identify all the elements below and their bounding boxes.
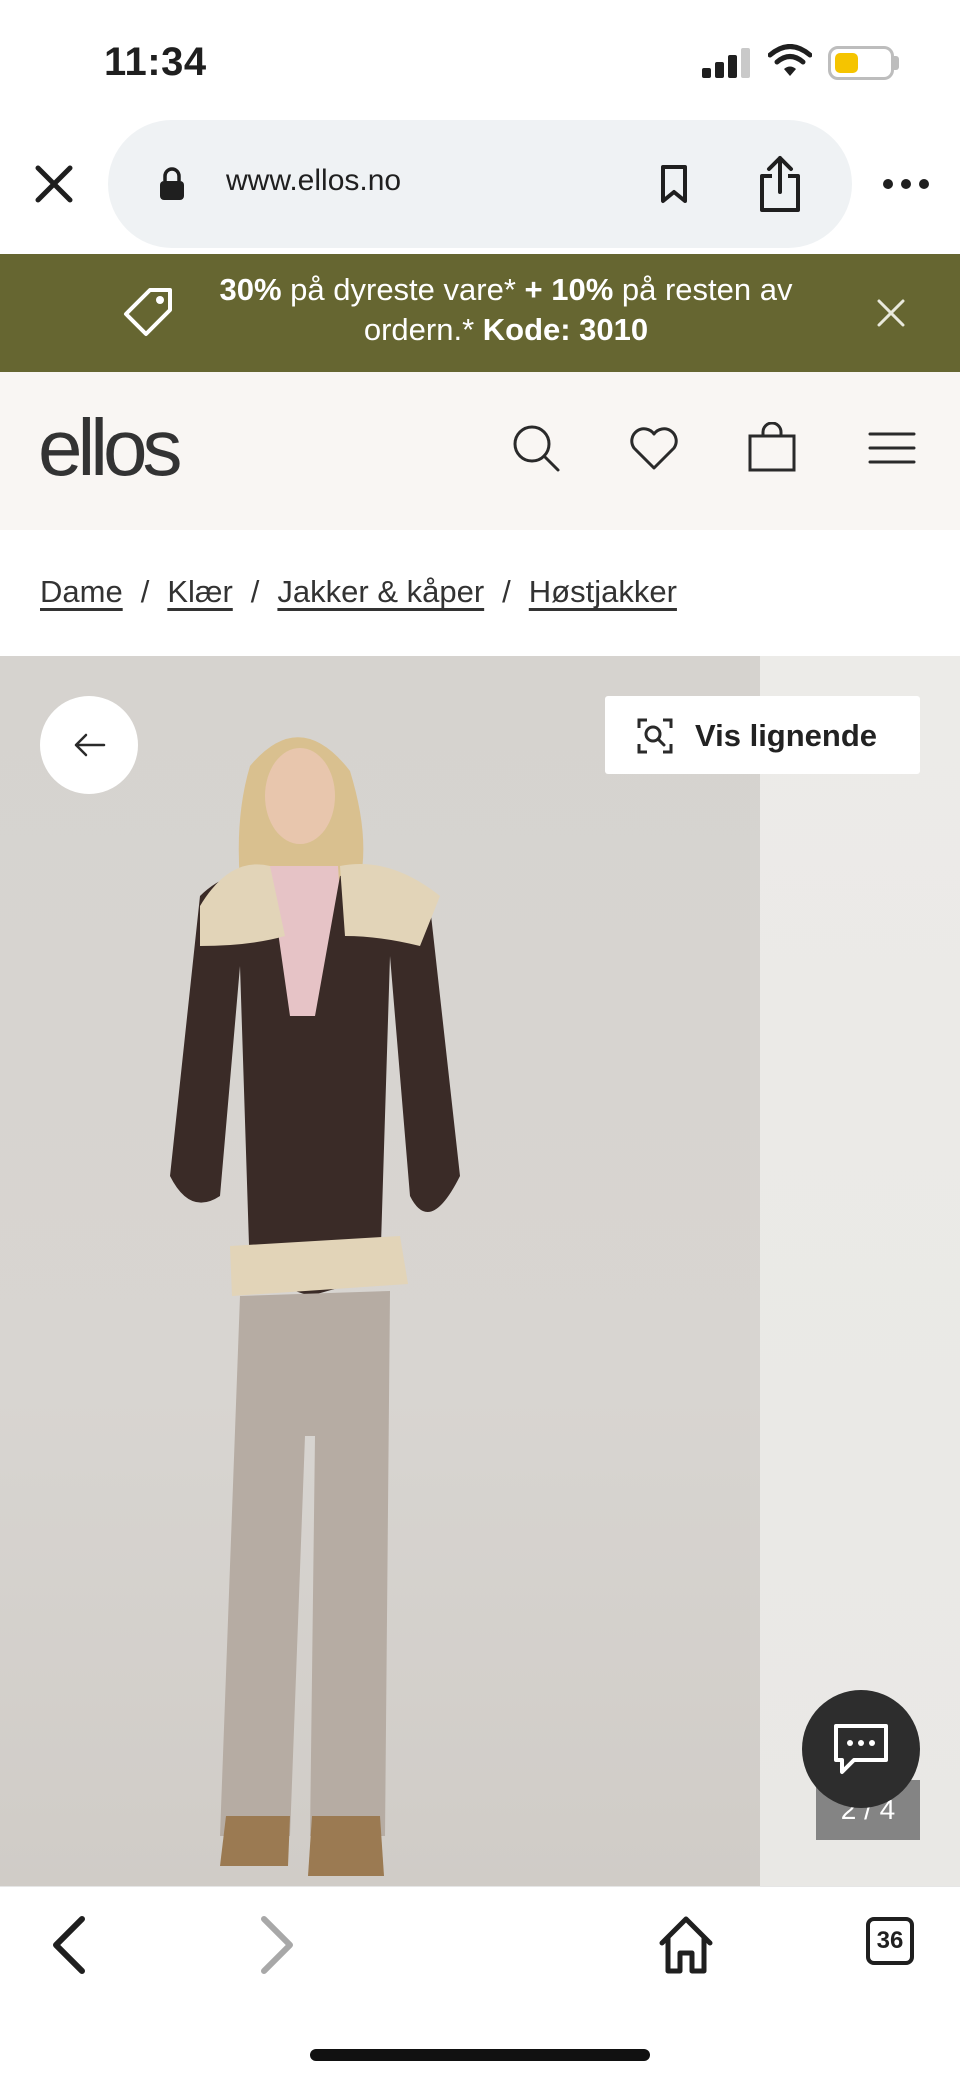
gallery-back-button[interactable] — [40, 696, 138, 794]
status-time: 11:34 — [104, 40, 207, 84]
breadcrumb-link-dame[interactable]: Dame — [40, 574, 123, 609]
url-text: www.ellos.no — [226, 164, 402, 197]
tabs-button[interactable]: 36 — [866, 1917, 914, 1965]
chat-icon — [834, 1724, 888, 1774]
product-photo-model — [170, 737, 460, 1876]
chat-button[interactable] — [802, 1690, 920, 1808]
visual-search-label: Vis lignende — [695, 718, 878, 753]
visual-search-button[interactable]: Vis lignende — [605, 696, 920, 774]
wifi-icon — [768, 44, 812, 76]
lock-icon — [160, 167, 184, 200]
product-gallery[interactable]: Vis lignende 2 / 4 — [0, 656, 960, 1886]
signal-icon — [702, 48, 750, 78]
status-bar: 11:34 — [0, 0, 960, 118]
bookmark-icon[interactable] — [656, 164, 692, 204]
promo-text-1: på dyreste vare* — [281, 272, 525, 307]
close-icon[interactable] — [876, 298, 906, 328]
share-icon[interactable] — [756, 154, 804, 214]
url-field[interactable]: www.ellos.no — [108, 120, 852, 248]
breadcrumb-link-hostjakker[interactable]: Høstjakker — [529, 574, 677, 609]
browser-address-bar: www.ellos.no — [0, 118, 960, 254]
search-icon[interactable] — [510, 422, 562, 474]
promo-banner[interactable]: 30% på dyreste vare* + 10% på resten av … — [0, 254, 960, 372]
breadcrumb-separator: / — [502, 574, 511, 609]
forward-icon[interactable] — [246, 1913, 306, 1977]
home-indicator — [310, 2049, 650, 2061]
browser-toolbar: 36 — [0, 1886, 960, 2078]
visual-search-icon — [637, 718, 673, 754]
product-image[interactable] — [0, 656, 760, 1886]
breadcrumb-link-klaer[interactable]: Klær — [167, 574, 232, 609]
battery-icon — [828, 46, 894, 80]
breadcrumb-separator: / — [250, 574, 260, 609]
heart-icon[interactable] — [628, 422, 680, 474]
battery-level — [835, 53, 858, 73]
home-icon[interactable] — [656, 1913, 716, 1977]
more-icon[interactable] — [882, 178, 930, 190]
breadcrumb: Dame / Klær / Jakker & kåper / Høstjakker — [40, 574, 677, 610]
promo-discount-1: 30% — [219, 272, 282, 307]
bag-icon[interactable] — [746, 422, 798, 474]
logo[interactable]: ellos — [38, 402, 183, 494]
promo-discount-2: + 10% — [524, 272, 614, 307]
battery-cap — [894, 56, 899, 70]
promo-text: 30% på dyreste vare* + 10% på resten av … — [196, 270, 816, 350]
arrow-left-icon — [74, 733, 106, 757]
breadcrumb-link-jakker[interactable]: Jakker & kåper — [277, 574, 484, 609]
breadcrumb-separator: / — [140, 574, 150, 609]
back-icon[interactable] — [40, 1913, 100, 1977]
page: 11:34 www.ellos.no 30% på dyreste vare* … — [0, 0, 960, 2078]
close-icon[interactable] — [30, 160, 78, 208]
menu-icon[interactable] — [866, 422, 918, 474]
tag-icon — [124, 288, 172, 336]
promo-code: Kode: 3010 — [482, 312, 649, 347]
site-header: ellos — [0, 372, 960, 530]
